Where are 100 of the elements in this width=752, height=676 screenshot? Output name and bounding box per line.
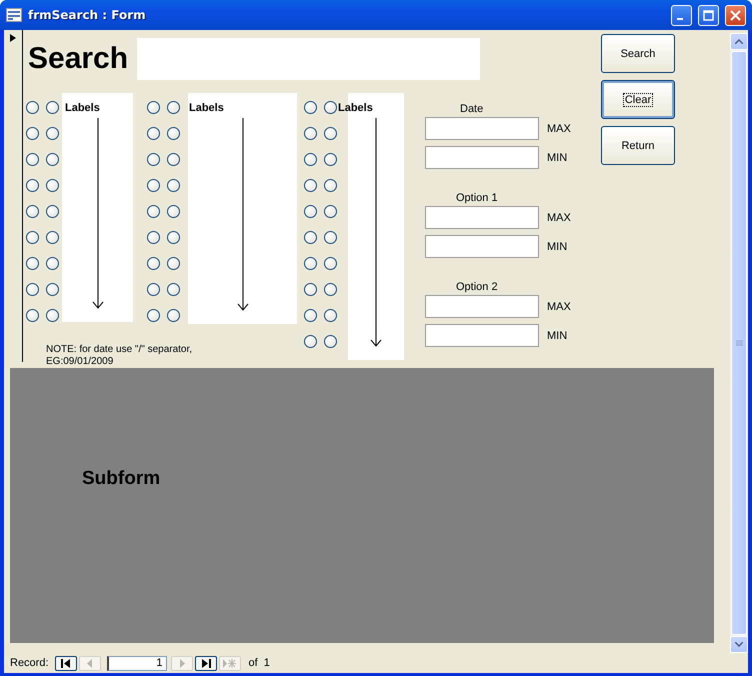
radio-button[interactable] [324, 101, 337, 114]
scroll-up-icon[interactable] [735, 39, 743, 44]
first-record-button[interactable] [54, 656, 77, 670]
record-number-field[interactable]: 1 [106, 656, 167, 670]
radio-button[interactable] [304, 179, 317, 192]
radio-button[interactable] [167, 179, 180, 192]
radio-button[interactable] [26, 101, 39, 114]
radio-button[interactable] [304, 257, 317, 270]
previous-record-icon [84, 658, 95, 668]
radio-button[interactable] [304, 205, 317, 218]
down-arrow-icon [92, 118, 104, 309]
radio-button[interactable] [304, 335, 317, 348]
radio-button[interactable] [26, 205, 39, 218]
radio-button[interactable] [324, 179, 337, 192]
min-input[interactable] [425, 235, 539, 258]
radio-button[interactable] [147, 283, 160, 296]
radio-button[interactable] [26, 231, 39, 244]
radio-button[interactable] [46, 179, 59, 192]
radio-button[interactable] [26, 257, 39, 270]
note-text: NOTE: for date use "/" separator, EG:09/01/2009 [46, 344, 194, 368]
form-button[interactable]: Return [601, 126, 675, 165]
radio-button[interactable] [26, 153, 39, 166]
radio-button[interactable] [304, 309, 317, 322]
radio-button[interactable] [147, 179, 160, 192]
first-record-icon [60, 658, 71, 668]
down-arrow-icon [370, 118, 382, 347]
radio-button[interactable] [46, 309, 59, 322]
radio-button[interactable] [167, 127, 180, 140]
radio-button[interactable] [46, 205, 59, 218]
subform-label: Subform [82, 468, 160, 489]
form-button[interactable]: Search [601, 34, 675, 73]
radio-button[interactable] [167, 101, 180, 114]
radio-button[interactable] [147, 309, 160, 322]
min-label: MIN [547, 240, 568, 252]
radio-button[interactable] [26, 283, 39, 296]
form-button[interactable]: Clear [601, 80, 675, 119]
radio-button[interactable] [324, 257, 337, 270]
radio-button[interactable] [46, 257, 59, 270]
max-input[interactable] [425, 295, 539, 318]
scroll-down-icon[interactable] [735, 642, 743, 647]
radio-button[interactable] [324, 309, 337, 322]
radio-button[interactable] [26, 179, 39, 192]
radio-button[interactable] [324, 127, 337, 140]
radio-button[interactable] [26, 309, 39, 322]
min-input[interactable] [425, 146, 539, 169]
max-label: MAX [547, 122, 571, 134]
of-label: of [248, 657, 258, 669]
radio-button[interactable] [324, 335, 337, 348]
radio-button[interactable] [46, 153, 59, 166]
labels-heading: Labels [189, 102, 224, 114]
filter-label: Option 2 [455, 281, 499, 293]
radio-button[interactable] [46, 231, 59, 244]
radio-button[interactable] [304, 101, 317, 114]
radio-button[interactable] [304, 127, 317, 140]
radio-button[interactable] [324, 153, 337, 166]
down-arrow-icon [236, 118, 248, 311]
record-label: Record: [10, 657, 49, 669]
radio-button[interactable] [46, 127, 59, 140]
form-icon [6, 8, 22, 22]
minimize-button[interactable] [671, 4, 692, 26]
radio-button[interactable] [167, 153, 180, 166]
maximize-button[interactable] [698, 4, 719, 26]
radio-button[interactable] [304, 283, 317, 296]
new-record-icon [222, 658, 237, 668]
radio-button[interactable] [167, 231, 180, 244]
radio-button[interactable] [147, 153, 160, 166]
radio-button[interactable] [167, 283, 180, 296]
form-title: Search [28, 42, 128, 76]
minimize-icon [677, 18, 683, 20]
max-input[interactable] [425, 117, 539, 140]
last-record-button[interactable] [194, 656, 217, 670]
radio-button[interactable] [324, 205, 337, 218]
radio-button[interactable] [147, 127, 160, 140]
radio-button[interactable] [324, 283, 337, 296]
min-label: MIN [547, 152, 568, 164]
radio-button[interactable] [167, 257, 180, 270]
radio-button[interactable] [26, 127, 39, 140]
max-input[interactable] [425, 206, 539, 229]
last-record-icon [200, 658, 211, 668]
window-title: frmSearch : Form [28, 8, 147, 22]
min-input[interactable] [425, 324, 539, 347]
grip-icon [736, 340, 742, 346]
close-button[interactable] [725, 4, 746, 26]
filter-label: Option 1 [455, 192, 499, 204]
radio-button[interactable] [324, 231, 337, 244]
radio-button[interactable] [304, 153, 317, 166]
close-icon [730, 10, 741, 20]
max-label: MAX [547, 300, 571, 312]
scrollbar[interactable] [730, 33, 748, 653]
filter-label: Date [459, 103, 484, 115]
radio-button[interactable] [167, 205, 180, 218]
min-label: MIN [547, 330, 568, 342]
radio-button[interactable] [147, 257, 160, 270]
radio-button[interactable] [147, 101, 160, 114]
radio-button[interactable] [147, 231, 160, 244]
radio-button[interactable] [167, 309, 180, 322]
radio-button[interactable] [304, 231, 317, 244]
radio-button[interactable] [46, 283, 59, 296]
radio-button[interactable] [46, 101, 59, 114]
radio-button[interactable] [147, 205, 160, 218]
